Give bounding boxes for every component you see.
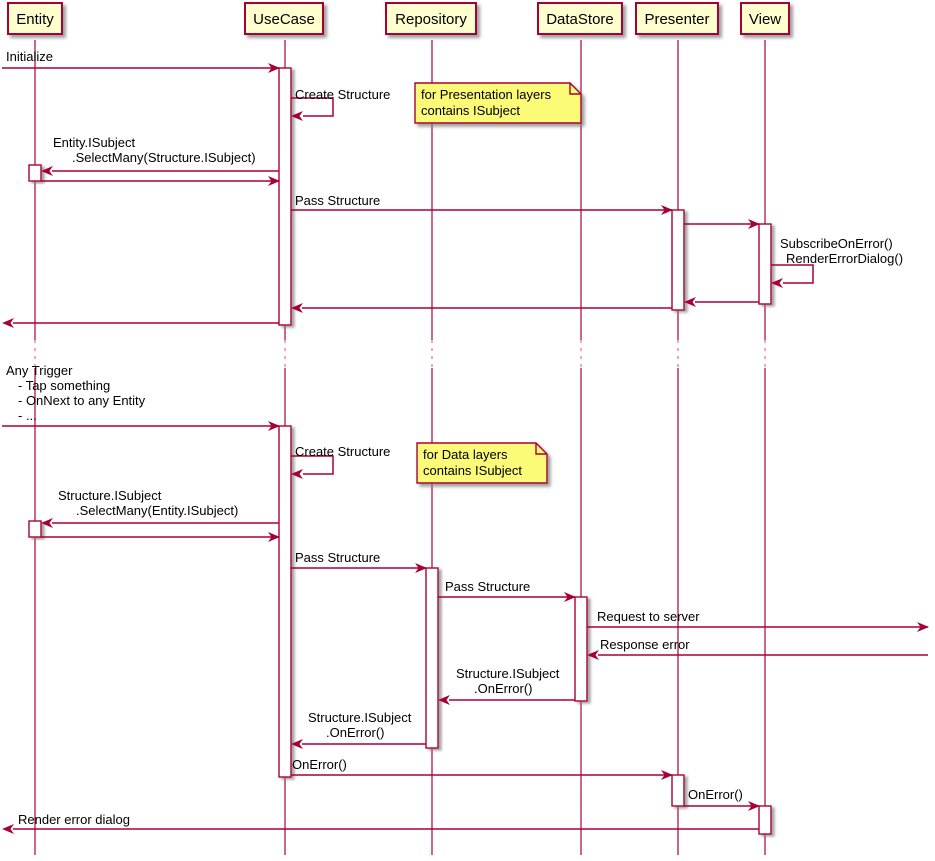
message-label: Pass Structure bbox=[295, 193, 380, 208]
message-label: Create Structure bbox=[295, 444, 390, 459]
message-m13: Structure.ISubject.SelectMany(Entity.ISu… bbox=[41, 488, 279, 528]
message-label: .OnError() bbox=[326, 725, 385, 740]
activation-bar-repository bbox=[425, 567, 439, 749]
message-label: Create Structure bbox=[295, 87, 390, 102]
participant-repository[interactable]: Repository bbox=[385, 2, 477, 35]
sequence-diagram-svg: Initialize Create Structure Entity.ISubjec… bbox=[2, 2, 929, 855]
note-text: for Presentation layers bbox=[421, 87, 552, 102]
messages-layer: Initialize Create Structure Entity.ISubjec… bbox=[2, 49, 929, 834]
message-label: OnError() bbox=[688, 787, 743, 802]
activation-bar-datastore bbox=[574, 596, 588, 702]
message-m10 bbox=[2, 318, 279, 328]
note-note1: for Presentation layerscontains ISubject bbox=[414, 82, 582, 124]
message-label: Structure.ISubject bbox=[58, 488, 162, 503]
message-m20: Structure.ISubject.OnError() bbox=[291, 710, 426, 749]
activation-bar-usecase bbox=[278, 67, 292, 326]
message-label: Pass Structure bbox=[295, 550, 380, 565]
message-m3: Entity.ISubject.SelectMany(Structure.ISu… bbox=[41, 135, 279, 176]
message-m11: Any Trigger- Tap something- OnNext to an… bbox=[2, 363, 280, 431]
message-m12: Create Structure bbox=[291, 444, 390, 479]
activation-bar-view bbox=[758, 805, 772, 835]
message-m2: Create Structure bbox=[291, 87, 390, 121]
message-label: .SelectMany(Structure.ISubject) bbox=[72, 150, 256, 165]
message-label: Structure.ISubject bbox=[456, 666, 560, 681]
message-label: Entity.ISubject bbox=[53, 135, 136, 150]
message-label: .SelectMany(Entity.ISubject) bbox=[76, 503, 238, 518]
message-m15: Pass Structure bbox=[291, 550, 427, 573]
participant-usecase[interactable]: UseCase bbox=[244, 2, 324, 35]
message-label: - ... bbox=[18, 408, 37, 423]
message-m18: Response error bbox=[587, 637, 928, 660]
message-label: Render error dialog bbox=[18, 812, 130, 827]
message-label: .OnError() bbox=[474, 681, 533, 696]
message-label: - OnNext to any Entity bbox=[18, 393, 146, 408]
message-label: Request to server bbox=[597, 609, 700, 624]
participant-view[interactable]: View bbox=[740, 2, 790, 35]
activation-bar-usecase bbox=[278, 425, 292, 778]
message-m5: Pass Structure bbox=[291, 193, 673, 215]
message-m16: Pass Structure bbox=[438, 579, 576, 602]
participant-presenter[interactable]: Presenter bbox=[635, 2, 719, 35]
message-m23: Render error dialog bbox=[2, 812, 759, 834]
activation-bar-presenter bbox=[671, 774, 685, 807]
activation-bar-entity bbox=[28, 520, 42, 538]
message-m9 bbox=[291, 303, 672, 313]
participant-label-repository: Repository bbox=[395, 11, 467, 28]
message-label: OnError() bbox=[292, 757, 347, 772]
message-label: - Tap something bbox=[18, 378, 110, 393]
activation-bar-view bbox=[758, 223, 772, 305]
note-text: contains ISubject bbox=[423, 463, 522, 478]
message-label: Initialize bbox=[6, 49, 53, 64]
participant-label-view: View bbox=[749, 11, 781, 28]
message-m1: Initialize bbox=[2, 49, 280, 73]
note-text: for Data layers bbox=[423, 447, 508, 462]
participants-layer: Entity UseCase Repository DataStore Presente… bbox=[7, 2, 790, 35]
message-label: Any Trigger bbox=[6, 363, 73, 378]
participant-label-datastore: DataStore bbox=[546, 11, 614, 28]
note-note2: for Data layerscontains ISubject bbox=[416, 442, 548, 484]
message-label: SubscribeOnError() bbox=[780, 236, 893, 251]
participant-label-usecase: UseCase bbox=[253, 11, 315, 28]
participant-label-presenter: Presenter bbox=[644, 11, 709, 28]
message-m22: OnError() bbox=[684, 787, 760, 811]
notes-layer: for Presentation layerscontains ISubject… bbox=[414, 82, 582, 484]
message-label: Structure.ISubject bbox=[308, 710, 412, 725]
participant-entity[interactable]: Entity bbox=[7, 2, 63, 35]
participant-datastore[interactable]: DataStore bbox=[537, 2, 623, 35]
message-m17: Request to server bbox=[587, 609, 929, 632]
message-label: Pass Structure bbox=[445, 579, 530, 594]
message-label: Response error bbox=[600, 637, 690, 652]
message-m8 bbox=[684, 297, 759, 307]
message-m21: OnError() bbox=[291, 757, 673, 780]
sequence-diagram-canvas: Initialize Create Structure Entity.ISubjec… bbox=[0, 0, 935, 861]
activation-bar-entity bbox=[28, 164, 42, 182]
message-m19: Structure.ISubject.OnError() bbox=[438, 666, 575, 705]
note-text: contains ISubject bbox=[421, 103, 520, 118]
message-label: RenderErrorDialog() bbox=[786, 251, 903, 266]
activation-bar-presenter bbox=[671, 209, 685, 311]
message-m7: SubscribeOnError()RenderErrorDialog() bbox=[771, 236, 903, 288]
participant-label-entity: Entity bbox=[16, 11, 54, 28]
